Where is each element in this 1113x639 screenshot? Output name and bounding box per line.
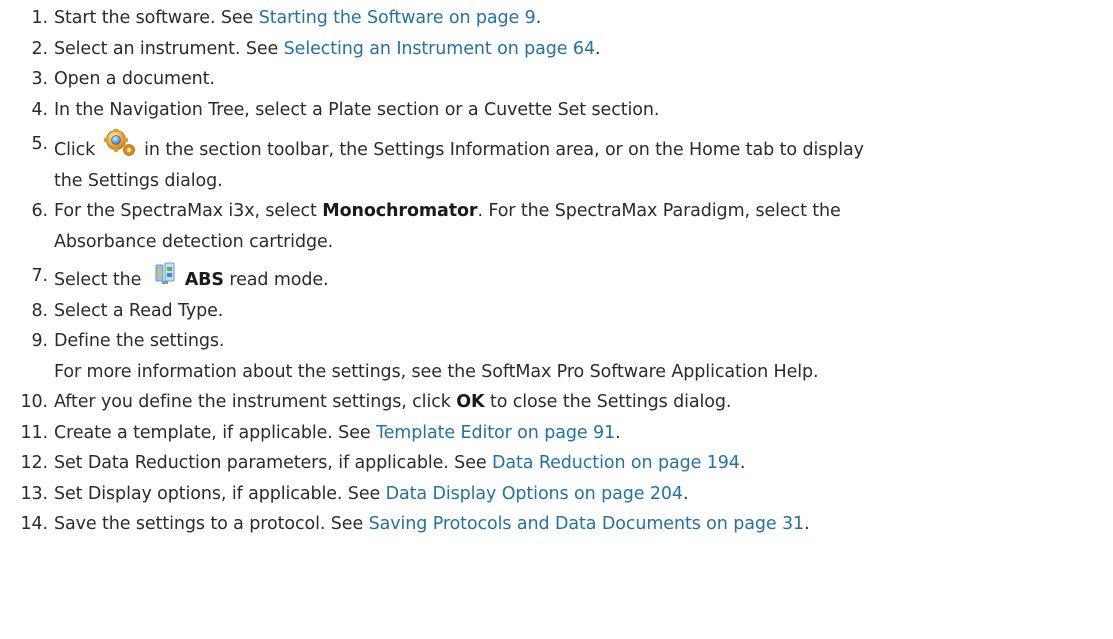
step-text: Select a Read Type. bbox=[54, 300, 224, 321]
link-starting-the-software[interactable]: Starting the Software on page 9 bbox=[259, 8, 536, 28]
step-text-suffix: . bbox=[595, 38, 601, 59]
step-number: 9. bbox=[31, 331, 49, 351]
step-text-suffix: . bbox=[615, 422, 621, 443]
step-number: 7. bbox=[31, 266, 49, 286]
step-text-first-line: Define the settings. bbox=[54, 331, 225, 351]
step-text-suffix: to close the Settings dialog. bbox=[484, 392, 732, 412]
step-12: 12. Set Data Reduction parameters, if ap… bbox=[0, 448, 1113, 479]
step-14: 14. Save the settings to a protocol. See… bbox=[0, 509, 1113, 540]
step-10: 10. After you define the instrument sett… bbox=[0, 387, 1113, 418]
step-text-prefix: Set Display options, if applicable. See bbox=[54, 483, 386, 504]
step-7: 7. Select the ABS read mode. bbox=[0, 261, 1113, 296]
step-9: 9. Define the settings. For more informa… bbox=[0, 326, 1113, 387]
step-number: 4. bbox=[31, 99, 49, 120]
step-number: 3. bbox=[31, 69, 49, 89]
step-text-prefix: Click bbox=[54, 140, 101, 160]
ui-term-abs: ABS bbox=[184, 270, 224, 290]
step-text-prefix: Save the settings to a protocol. See bbox=[54, 514, 369, 534]
step-text: Set Data Reduction parameters, if applic… bbox=[54, 448, 1113, 479]
step-text-prefix: Select the bbox=[54, 270, 147, 290]
step-text-prefix: Start the software. See bbox=[54, 8, 259, 28]
abs-read-mode-icon bbox=[153, 261, 179, 287]
link-data-display-options[interactable]: Data Display Options on page 204 bbox=[386, 484, 683, 504]
link-template-editor[interactable]: Template Editor on page 91 bbox=[376, 423, 615, 443]
step-number: 12. bbox=[20, 453, 48, 473]
step-5: 5. Click in the section toolbar, the Set… bbox=[0, 129, 1113, 196]
step-6: 6. For the SpectraMax i3x, select Monoch… bbox=[0, 196, 1113, 257]
step-text-prefix: After you define the instrument settings… bbox=[54, 392, 457, 412]
step-text: Open a document. bbox=[54, 69, 215, 89]
link-selecting-an-instrument[interactable]: Selecting an Instrument on page 64 bbox=[284, 39, 595, 59]
link-saving-protocols[interactable]: Saving Protocols and Data Documents on p… bbox=[369, 514, 805, 534]
step-text-prefix: Set Data Reduction parameters, if applic… bbox=[54, 453, 492, 473]
link-data-reduction[interactable]: Data Reduction on page 194 bbox=[492, 453, 740, 473]
step-8: 8. Select a Read Type. bbox=[0, 296, 1113, 327]
step-11: 11. Create a template, if applicable. Se… bbox=[0, 418, 1113, 449]
step-3: 3. Open a document. bbox=[0, 64, 1113, 95]
step-text: Start the software. See Starting the Sof… bbox=[54, 3, 1113, 34]
step-text: For the SpectraMax i3x, select Monochrom… bbox=[54, 196, 1113, 257]
step-text-suffix: . For the SpectraMax Paradigm, select th… bbox=[477, 201, 841, 221]
ui-term-ok: OK bbox=[456, 392, 485, 412]
step-text: Define the settings. For more informatio… bbox=[54, 326, 1113, 387]
step-text: Save the settings to a protocol. See Sav… bbox=[54, 509, 1113, 540]
step-2: 2. Select an instrument. See Selecting a… bbox=[0, 34, 1113, 65]
step-text-prefix: Select an instrument. See bbox=[54, 38, 284, 59]
step-text-prefix: Create a template, if applicable. See bbox=[54, 422, 376, 443]
step-number: 14. bbox=[20, 514, 48, 534]
step-number: 8. bbox=[31, 300, 49, 321]
step-text: Create a template, if applicable. See Te… bbox=[54, 418, 1113, 449]
step-text: Select an instrument. See Selecting an I… bbox=[54, 34, 1113, 65]
step-text-suffix: read mode. bbox=[223, 270, 329, 290]
step-text: In the Navigation Tree, select a Plate s… bbox=[54, 99, 660, 120]
step-text-continuation: Absorbance detection cartridge. bbox=[54, 231, 334, 252]
step-text-suffix: . bbox=[682, 483, 689, 504]
step-number: 6. bbox=[31, 201, 49, 221]
step-1: 1. Start the software. See Starting the … bbox=[0, 3, 1113, 34]
step-text-suffix: in the section toolbar, the Settings Inf… bbox=[138, 140, 864, 160]
step-text: Set Display options, if applicable. See … bbox=[54, 479, 1113, 510]
step-text: Click in the section toolbar, the Settin… bbox=[54, 129, 1113, 196]
step-text-suffix: . bbox=[535, 8, 542, 28]
step-number: 10. bbox=[20, 392, 48, 412]
step-number: 11. bbox=[20, 422, 48, 443]
step-text-suffix: . bbox=[804, 514, 810, 534]
step-13: 13. Set Display options, if applicable. … bbox=[0, 479, 1113, 510]
step-4: 4. In the Navigation Tree, select a Plat… bbox=[0, 95, 1113, 126]
step-text-suffix: . bbox=[739, 453, 746, 473]
step-number: 5. bbox=[31, 134, 49, 154]
procedure-steps-list: 1. Start the software. See Starting the … bbox=[0, 3, 1113, 540]
step-text-continuation: the Settings dialog. bbox=[54, 170, 223, 191]
ui-term-monochromator: Monochromator bbox=[322, 201, 478, 221]
step-text: Select the ABS read mode. bbox=[54, 261, 1113, 296]
settings-gear-icon bbox=[103, 129, 137, 157]
step-number: 13. bbox=[20, 483, 48, 504]
step-text: After you define the instrument settings… bbox=[54, 387, 1113, 418]
step-number: 1. bbox=[31, 8, 49, 28]
step-text-continuation: For more information about the settings,… bbox=[54, 361, 819, 382]
step-text-prefix: For the SpectraMax i3x, select bbox=[54, 201, 323, 221]
step-number: 2. bbox=[31, 38, 49, 59]
